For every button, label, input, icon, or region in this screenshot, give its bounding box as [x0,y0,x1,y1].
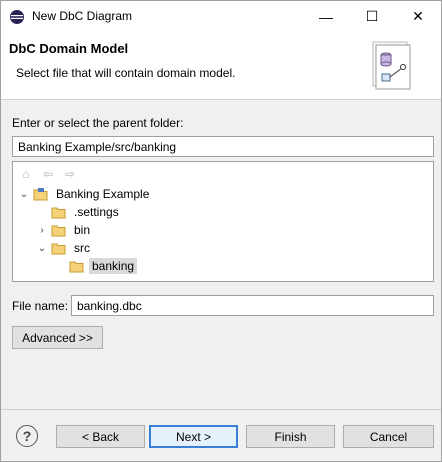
back-button[interactable]: < Back [56,425,145,448]
tree-item-banking-example[interactable]: ⌄ Banking Example [17,185,152,203]
tree-item-label: src [74,241,90,255]
back-arrow-icon[interactable]: ⇦ [39,165,57,183]
expand-toggle [53,259,67,273]
tree-toolbar: ⌂ ⇦ ⇨ [17,165,79,183]
folder-tree[interactable]: ⌂ ⇦ ⇨ ⌄ Banking Example .settings › bin [12,161,434,282]
tree-item-label: Banking Example [56,187,150,201]
button-bar-separator [1,409,441,410]
folder-icon [51,225,66,236]
parent-folder-input[interactable] [12,136,434,157]
tree-item-src[interactable]: ⌄ src [35,239,93,257]
tree-item-label: bin [74,223,91,237]
expand-toggle[interactable]: ⌄ [17,187,31,201]
expand-toggle [35,205,49,219]
window-title: New DbC Diagram [32,9,133,23]
forward-arrow-icon[interactable]: ⇨ [61,165,79,183]
maximize-button[interactable]: ☐ [349,1,395,32]
close-button[interactable]: ✕ [395,1,441,32]
file-name-label: File name: [12,299,69,313]
advanced-button-label: Advanced >> [22,330,93,345]
page-description: Select file that will contain domain mod… [16,66,236,80]
finish-button-label: Finish [274,429,307,444]
tree-item-bin[interactable]: › bin [35,221,93,239]
expand-toggle[interactable]: ⌄ [35,241,49,255]
cancel-button-label: Cancel [369,429,408,444]
dialog-window: New DbC Diagram — ☐ ✕ DbC Domain Model S… [0,0,442,462]
expand-toggle[interactable]: › [35,223,49,237]
wizard-diagram-icon [372,41,411,90]
parent-folder-label: Enter or select the parent folder: [12,116,184,130]
eclipse-icon [10,10,24,24]
project-folder-icon [33,187,48,200]
open-folder-icon [51,207,66,218]
help-icon[interactable]: ? [16,425,38,447]
open-folder-icon [69,261,84,272]
tree-item-settings[interactable]: .settings [35,203,122,221]
tree-item-label: banking [89,258,138,274]
home-icon[interactable]: ⌂ [17,165,35,183]
next-button-label: Next > [175,429,211,444]
minimize-button[interactable]: — [303,1,349,32]
file-name-input[interactable] [71,295,434,316]
tree-item-label: .settings [74,205,119,219]
cancel-button[interactable]: Cancel [343,425,434,448]
page-title: DbC Domain Model [9,41,129,56]
title-bar: New DbC Diagram — ☐ ✕ [1,1,441,32]
tree-item-banking[interactable]: banking [53,257,138,275]
advanced-button[interactable]: Advanced >> [12,326,103,349]
next-button[interactable]: Next > [149,425,238,448]
wizard-banner: DbC Domain Model Select file that will c… [1,32,441,100]
finish-button[interactable]: Finish [246,425,335,448]
back-button-label: < Back [81,429,120,444]
open-folder-icon [51,243,66,254]
